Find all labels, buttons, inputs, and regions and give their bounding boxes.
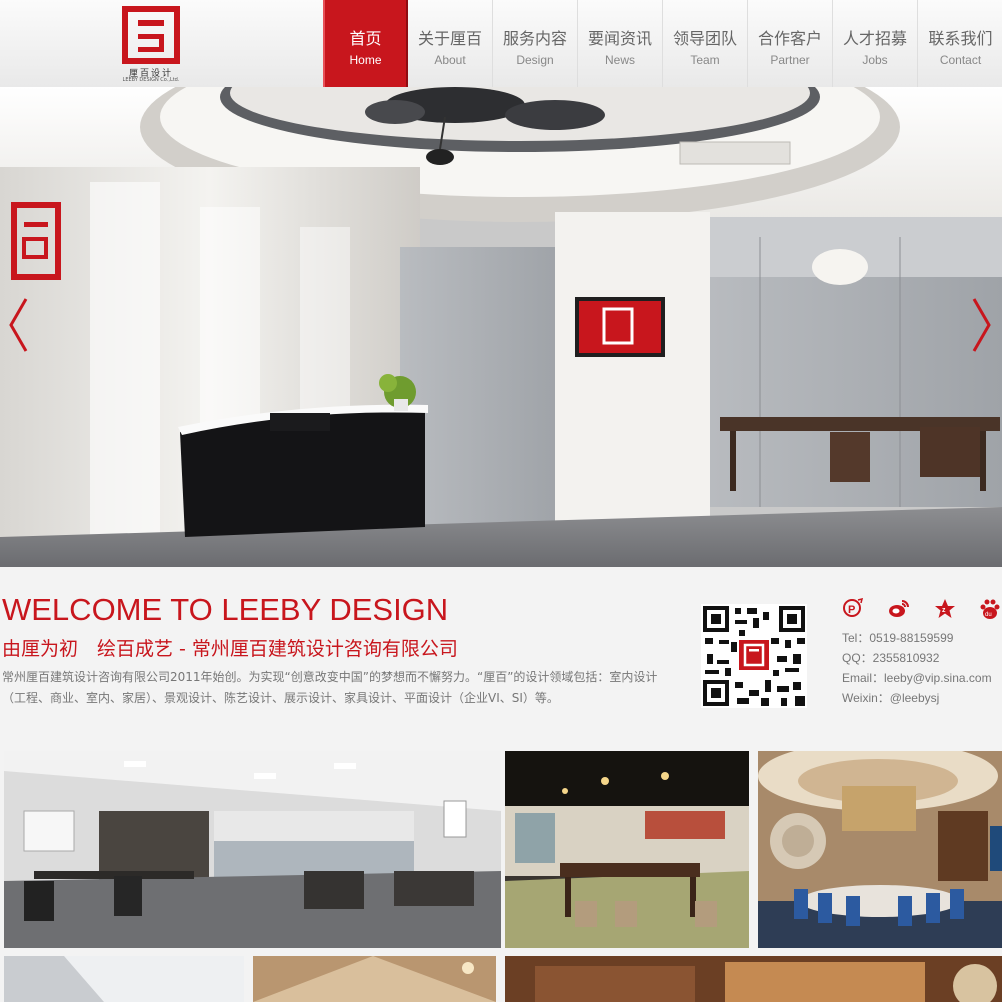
gallery-image — [505, 751, 749, 948]
social-links: P z du — [842, 597, 1002, 620]
banner-next-button[interactable] — [972, 297, 992, 353]
gallery-item-row2-a[interactable] — [4, 956, 244, 1002]
gallery-image — [505, 956, 1002, 1002]
main-nav: 首页 Home 关于厘百 About 服务内容 Design 要闻资讯 News… — [323, 0, 1002, 87]
wechat-qr-code — [701, 604, 807, 708]
contact-email[interactable]: Email：leeby@vip.sina.com — [842, 668, 992, 688]
nav-label-en: Jobs — [862, 53, 888, 67]
qzone-link[interactable]: z — [934, 598, 956, 620]
gallery-item-office[interactable] — [4, 751, 501, 948]
nav-label-en: Partner — [770, 53, 810, 67]
nav-label-cn: 关于厘百 — [417, 29, 482, 48]
qzone-icon: z — [935, 599, 955, 618]
nav-label-en: About — [434, 53, 466, 67]
weibo-icon — [889, 600, 909, 617]
nav-item-news[interactable]: 要闻资讯 News — [578, 0, 663, 87]
nav-item-jobs[interactable]: 人才招募 Jobs — [833, 0, 918, 87]
nav-item-team[interactable]: 领导团队 Team — [663, 0, 748, 87]
welcome-description: 常州厘百建筑设计咨询有限公司2011年始创。为实现“创意改变中国”的梦想而不懈努… — [2, 670, 658, 705]
weibo-link[interactable] — [888, 598, 910, 620]
pinterest-icon: P — [843, 597, 864, 617]
contact-qq: QQ：2355810932 — [842, 651, 940, 665]
nav-label-en: Team — [690, 53, 720, 67]
nav-item-partner[interactable]: 合作客户 Partner — [748, 0, 833, 87]
nav-item-home[interactable]: 首页 Home — [323, 0, 408, 87]
nav-item-design[interactable]: 服务内容 Design — [493, 0, 578, 87]
gallery-item-dining-room[interactable] — [758, 751, 1002, 948]
contact-info: Tel：0519-88159599 QQ：2355810932 Email：le… — [842, 628, 992, 708]
banner-image — [0, 87, 1002, 567]
gallery-item-tea-room[interactable] — [505, 751, 749, 948]
qr-code-icon — [701, 604, 807, 708]
svg-text:du: du — [985, 612, 992, 618]
svg-text:z: z — [942, 607, 946, 614]
hero-banner — [0, 87, 1002, 567]
pinterest-link[interactable]: P — [842, 597, 864, 620]
gallery-item-row2-b[interactable] — [253, 956, 496, 1002]
svg-text:P: P — [848, 604, 855, 616]
baidu-link[interactable]: du — [979, 598, 1001, 620]
gallery-image — [758, 751, 1002, 948]
contact-tel: Tel：0519-88159599 — [842, 631, 954, 645]
welcome-subtitle: 由厘为初 绘百成艺 - 常州厘百建筑设计咨询有限公司 — [2, 638, 458, 660]
welcome-title: WELCOME TO LEEBY DESIGN — [2, 592, 449, 627]
nav-label-cn: 人才招募 — [842, 29, 907, 48]
nav-label-en: Contact — [939, 53, 982, 67]
nav-item-about[interactable]: 关于厘百 About — [408, 0, 493, 87]
nav-label-en: News — [604, 53, 635, 67]
nav-label-cn: 联系我们 — [928, 29, 993, 48]
baidu-icon: du — [980, 599, 1000, 619]
nav-label-cn: 要闻资讯 — [587, 29, 652, 48]
chevron-right-icon — [972, 298, 991, 352]
nav-label-cn: 合作客户 — [757, 29, 822, 48]
nav-label-cn: 服务内容 — [502, 29, 567, 48]
nav-item-contact[interactable]: 联系我们 Contact — [918, 0, 1002, 87]
site-logo[interactable]: 厘百设计 LEEBY DESIGN Co.,Ltd. — [118, 6, 184, 83]
nav-label-cn: 首页 — [349, 29, 382, 48]
logo-name-en: LEEBY DESIGN Co.,Ltd. — [122, 77, 180, 83]
banner-prev-button[interactable] — [8, 297, 28, 353]
gallery-image — [4, 956, 244, 1002]
nav-label-cn: 领导团队 — [672, 29, 737, 48]
nav-label-en: Home — [349, 53, 382, 67]
chevron-left-icon — [9, 298, 28, 352]
nav-label-en: Design — [516, 53, 554, 67]
gallery-image — [4, 751, 501, 948]
contact-weixin: Weixin：@leebysj — [842, 691, 940, 705]
logo-mark — [122, 6, 180, 64]
gallery-item-row2-c[interactable] — [505, 956, 1002, 1002]
site-header: 厘百设计 LEEBY DESIGN Co.,Ltd. 首页 Home 关于厘百 … — [0, 0, 1002, 88]
gallery-image — [253, 956, 496, 1002]
